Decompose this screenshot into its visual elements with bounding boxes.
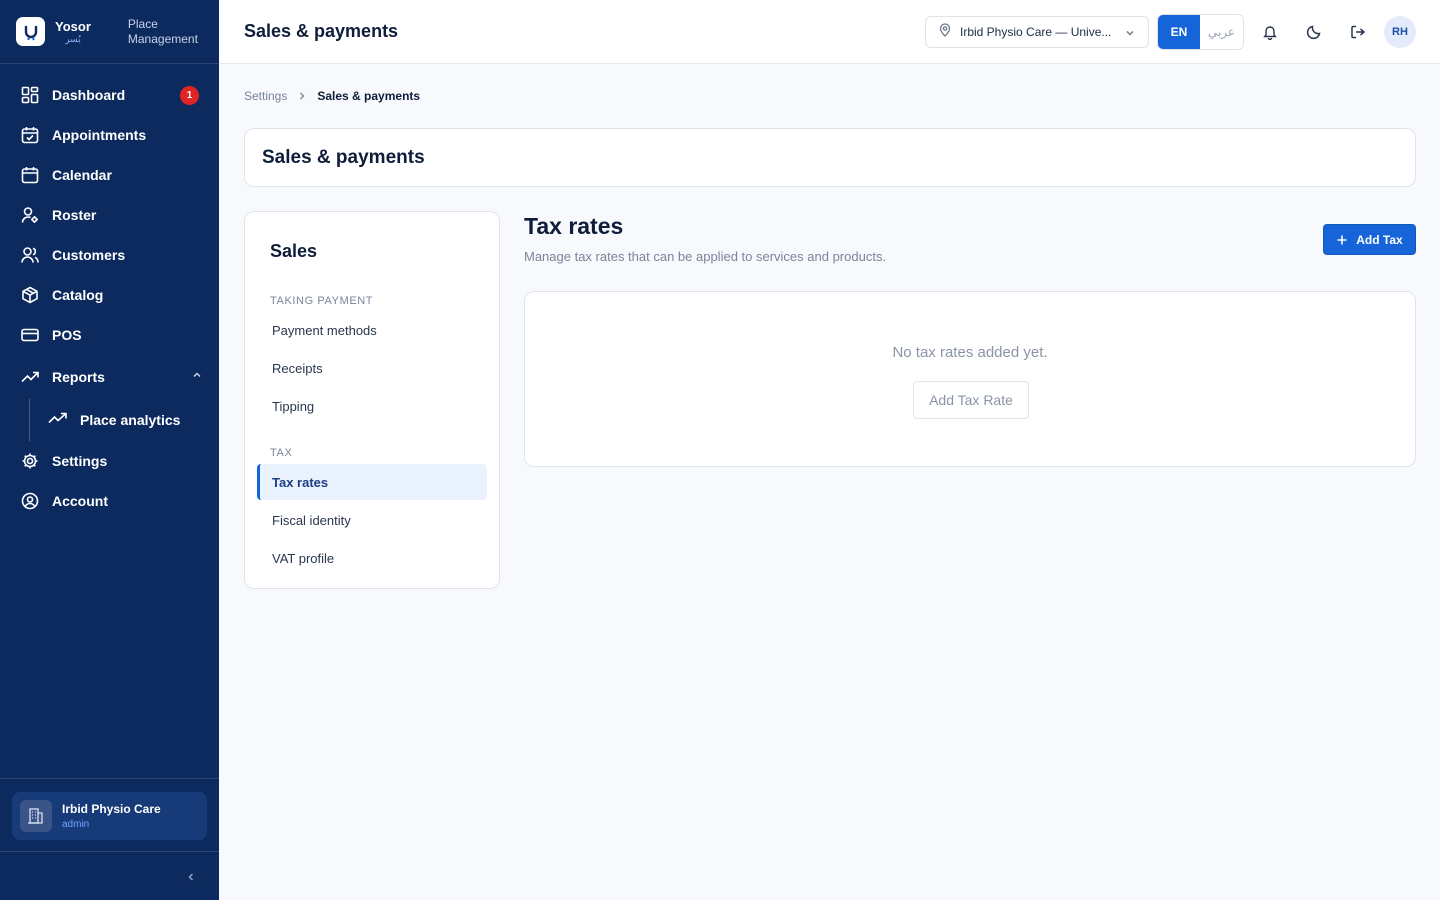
credit-card-icon [20, 325, 40, 345]
bell-icon[interactable] [1258, 20, 1282, 44]
place-role: admin [62, 819, 90, 830]
sidebar-item-label: Roster [52, 207, 97, 223]
sidebar-item-label: Calendar [52, 167, 112, 183]
user-circle-icon [20, 491, 40, 511]
add-tax-rate-button[interactable]: Add Tax Rate [913, 381, 1029, 419]
sidebar-item-label: Dashboard [52, 87, 126, 103]
location-select-value: Irbid Physio Care — Unive... [960, 25, 1112, 39]
add-tax-button[interactable]: Add Tax [1323, 224, 1416, 255]
notification-badge: 1 [180, 86, 199, 105]
sidebar-item-label: Catalog [52, 287, 104, 303]
chevron-up-icon[interactable] [191, 368, 203, 386]
brand-name-arabic: يُسر [65, 33, 81, 44]
top-header: Sales & payments Irbid Physio Care — Uni… [219, 0, 1440, 64]
tax-rates-empty-state: No tax rates added yet. Add Tax Rate [524, 291, 1416, 467]
sidebar-item-label: Settings [52, 453, 108, 469]
sidebar-item-label: Reports [52, 369, 105, 385]
sidebar-nav: Dashboard 1 Appointments Calendar Roster [0, 64, 219, 521]
subnav-item-vat-profile[interactable]: VAT profile [257, 540, 487, 576]
section-taking-payment: TAKING PAYMENT [270, 295, 374, 307]
trending-up-icon [48, 409, 68, 432]
sidebar-item-label: POS [52, 327, 82, 343]
location-select[interactable]: Irbid Physio Care — Unive... [925, 16, 1149, 48]
brand-subtitle: Place Management [128, 17, 198, 47]
subnav-item-payment-methods[interactable]: Payment methods [257, 312, 487, 348]
logout-icon[interactable] [1346, 20, 1370, 44]
plus-icon [1336, 234, 1348, 246]
breadcrumb-settings-link[interactable]: Settings [244, 89, 287, 103]
box-icon [20, 285, 40, 305]
users-icon [20, 245, 40, 265]
page-title: Sales & payments [262, 147, 425, 168]
avatar[interactable]: RH [1384, 16, 1416, 48]
dashboard-icon [20, 85, 40, 105]
sidebar-item-pos[interactable]: POS [0, 315, 219, 355]
brand: Yosor يُسر Place Management [0, 0, 219, 64]
subnav-item-tipping[interactable]: Tipping [257, 388, 487, 424]
content-title: Tax rates [524, 213, 624, 239]
chevron-right-icon [297, 91, 307, 101]
page-title-card: Sales & payments [244, 128, 1416, 187]
empty-state-message: No tax rates added yet. [892, 344, 1048, 361]
moon-icon[interactable] [1302, 20, 1326, 44]
gear-icon [20, 451, 40, 471]
brand-subtitle-line1: Place [127, 16, 158, 31]
building-icon [20, 800, 52, 832]
settings-subnav-title: Sales [270, 241, 318, 261]
settings-subnav: Sales TAKING PAYMENT Payment methods Rec… [244, 211, 500, 589]
yosor-logo[interactable] [16, 17, 45, 46]
sidebar-item-catalog[interactable]: Catalog [0, 275, 219, 315]
language-toggle: EN عربي [1157, 14, 1244, 50]
place-name: Irbid Physio Care [62, 802, 161, 816]
sidebar-item-calendar[interactable]: Calendar [0, 155, 219, 195]
section-tax: TAX [270, 447, 293, 459]
collapse-bar [0, 851, 219, 900]
calendar-check-icon [20, 125, 40, 145]
calendar-icon [20, 165, 40, 185]
breadcrumb-current: Sales & payments [317, 89, 421, 103]
subnav-item-fiscal-identity[interactable]: Fiscal identity [257, 502, 487, 538]
subnav-item-tax-rates[interactable]: Tax rates [257, 464, 487, 500]
sidebar-item-roster[interactable]: Roster [0, 195, 219, 235]
sidebar: Yosor يُسر Place Management Dashboard 1 … [0, 0, 219, 900]
map-pin-icon [938, 22, 952, 42]
user-cog-icon [20, 205, 40, 225]
sidebar-item-account[interactable]: Account [0, 481, 219, 521]
sidebar-item-reports[interactable]: Reports [0, 355, 219, 399]
sidebar-item-label: Customers [52, 247, 126, 263]
sidebar-item-label: Account [52, 493, 108, 509]
subnav-item-receipts[interactable]: Receipts [257, 350, 487, 386]
brand-subtitle-line2: Management [127, 31, 198, 46]
place-switcher[interactable]: Irbid Physio Care admin [12, 792, 207, 840]
sidebar-item-settings[interactable]: Settings [0, 441, 219, 481]
chevron-left-icon[interactable] [183, 869, 199, 885]
add-tax-button-label: Add Tax [1356, 232, 1403, 247]
trending-up-icon [20, 367, 40, 387]
sidebar-item-label: Place analytics [80, 412, 181, 428]
chevron-down-icon [1124, 26, 1136, 44]
language-en-button[interactable]: EN [1158, 15, 1200, 49]
sidebar-item-customers[interactable]: Customers [0, 235, 219, 275]
breadcrumb: Settings Sales & payments [244, 89, 420, 103]
sidebar-footer: Irbid Physio Care admin [0, 778, 219, 840]
sidebar-item-label: Appointments [52, 127, 147, 143]
content-subtitle: Manage tax rates that can be applied to … [524, 249, 887, 264]
brand-name: Yosor [55, 18, 91, 34]
sidebar-item-place-analytics[interactable]: Place analytics [0, 399, 219, 441]
header-title: Sales & payments [244, 21, 399, 41]
sidebar-item-appointments[interactable]: Appointments [0, 115, 219, 155]
language-ar-button[interactable]: عربي [1200, 15, 1243, 49]
sidebar-item-dashboard[interactable]: Dashboard 1 [0, 75, 219, 115]
